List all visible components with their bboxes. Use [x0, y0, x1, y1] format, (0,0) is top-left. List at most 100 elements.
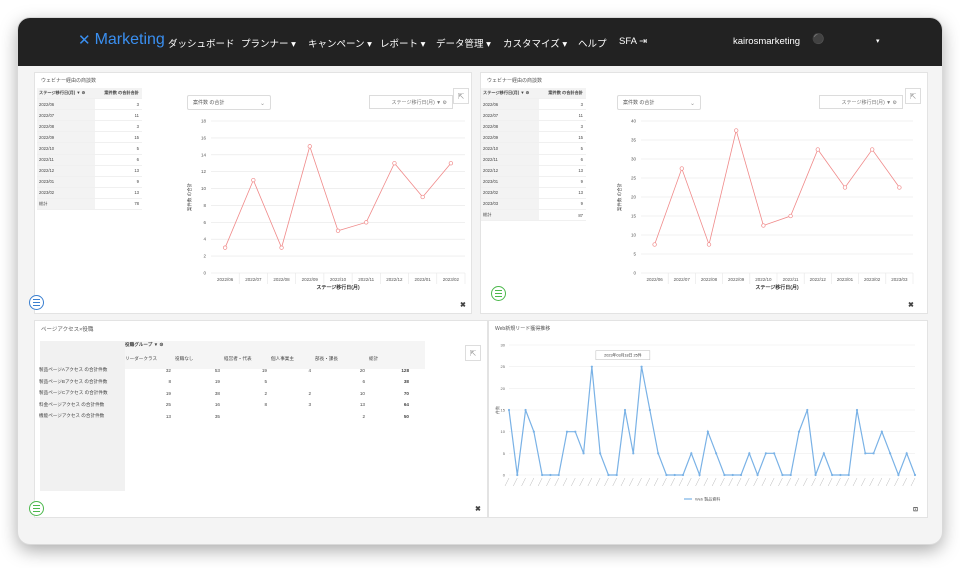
close-icon[interactable]: ✖: [908, 301, 914, 309]
close-icon[interactable]: ✖: [475, 505, 481, 513]
data-point: [679, 166, 684, 171]
row-label: 2022/12: [37, 165, 95, 176]
data-point: [648, 408, 651, 412]
x-tick-mark: [869, 477, 874, 487]
row-value: 案件数 の合計合計: [548, 90, 583, 96]
row-value: 9: [580, 179, 583, 185]
row-label: 2022/09: [37, 132, 95, 143]
table-row: 2022/12 13: [37, 165, 142, 177]
cell-value: 53: [214, 367, 220, 373]
x-tick-mark: [794, 477, 800, 487]
data-point: [788, 213, 793, 219]
date-filter[interactable]: ステージ移行日(月) ▼ ⚙: [819, 95, 903, 109]
x-tick-label: 2022/07: [674, 277, 691, 282]
data-point: [814, 473, 817, 477]
column-header: リーダークラス: [125, 355, 158, 361]
row-label: 2023/01: [37, 176, 95, 187]
nav-customize[interactable]: カスタマイズ ▾: [503, 36, 567, 50]
cell-value: 3: [308, 402, 311, 408]
pivot-header-row: リーダークラス 役職なし 経営者・代表 個人事業主 部長・課長 総計: [37, 353, 411, 365]
measure-dropdown[interactable]: 案件数 の合計 ⌄: [617, 95, 701, 110]
nav-campaign[interactable]: キャンペーン ▾: [308, 36, 372, 50]
nav-planner[interactable]: プランナー ▾: [241, 36, 296, 50]
menu-icon[interactable]: [491, 286, 506, 301]
data-point: [279, 245, 284, 250]
data-point: [905, 452, 908, 455]
x-tick-label: 2023/03: [891, 277, 908, 282]
chart-toggle-icon[interactable]: ⇱: [453, 88, 469, 104]
expand-icon[interactable]: ⊡: [913, 506, 918, 513]
x-axis-label: ステージ移行日(月): [316, 284, 360, 291]
y-axis-label: 件数: [494, 406, 500, 414]
close-icon[interactable]: ✖: [460, 301, 466, 309]
data-point: [574, 430, 577, 433]
y-tick-label: 8: [203, 203, 206, 208]
cell-value: 16: [214, 402, 220, 408]
cell-value: 2: [264, 390, 267, 396]
y-tick-label: 30: [501, 343, 506, 348]
chart-toggle-icon[interactable]: ⇱: [905, 88, 921, 104]
row-label: 2022/12: [481, 165, 539, 176]
data-point: [307, 144, 312, 149]
table-row: 2022/06 3: [481, 99, 586, 111]
row-label: 2022/08: [481, 121, 539, 132]
nav-sfa[interactable]: SFA ⇥: [619, 36, 647, 47]
y-tick-label: 35: [631, 138, 637, 143]
pivot-row: 製品ページAアクセス の合計件数 32 53 19 4 20 128: [37, 365, 411, 377]
logo[interactable]: ✕ Marketing: [78, 31, 165, 49]
app-window: ✕ Marketing ダッシュボード プランナー ▾ キャンペーン ▾ レポー…: [18, 18, 942, 544]
person-icon[interactable]: ⚫: [812, 34, 824, 45]
row-value: 3: [136, 101, 139, 107]
data-point: [822, 452, 825, 455]
table-row: 2022/12 13: [481, 165, 586, 177]
data-point: [516, 473, 519, 477]
row-value: 13: [134, 190, 139, 196]
nav-dashboard[interactable]: ダッシュボード: [168, 36, 235, 50]
row-label: 料金ページアクセス の合計件数: [39, 401, 105, 407]
menu-icon[interactable]: [29, 501, 44, 516]
data-point: [524, 408, 527, 412]
panel-webinar-deals-2: ウェビナー経由の商談数 ステージ移行日(月) ▼ ⚙ 案件数 の合計合計 2022/…: [480, 72, 928, 314]
x-tick-mark: [720, 477, 725, 487]
menu-icon[interactable]: [29, 295, 44, 310]
filter-label: ステージ移行日(月) ▼ ⚙: [391, 99, 447, 106]
data-point: [815, 147, 820, 152]
caret-down-icon[interactable]: ▾: [876, 37, 880, 45]
row-label: 2022/06: [37, 99, 95, 110]
x-tick-mark: [836, 477, 841, 487]
row-value: 6: [580, 157, 583, 163]
nav-help[interactable]: ヘルプ: [578, 36, 607, 50]
cell-value: 8: [264, 402, 267, 408]
user-name[interactable]: kairosmarketing: [733, 36, 800, 47]
measure-dropdown[interactable]: 案件数 の合計 ⌄: [187, 95, 271, 110]
cell-value: 32: [165, 367, 171, 373]
x-tick-mark: [521, 477, 526, 487]
data-point: [448, 161, 454, 166]
x-tick-mark: [653, 477, 659, 487]
x-tick-mark: [902, 477, 907, 487]
row-label: 総計: [481, 210, 539, 221]
row-label: 製品ページCアクセス の合計件数: [39, 390, 108, 396]
line-chart: 0 5 10 15 20 25 30 35 40 2022/06 2022/07 2022/08 202…: [616, 119, 914, 291]
cell-value: 38: [403, 379, 409, 385]
cell-value: 128: [401, 367, 409, 373]
nav-report[interactable]: レポート ▾: [380, 36, 425, 50]
data-point: [251, 177, 256, 183]
x-tick-mark: [852, 477, 858, 487]
row-label: 2022/06: [481, 99, 539, 110]
row-value: 13: [578, 190, 583, 196]
date-filter[interactable]: ステージ移行日(月) ▼ ⚙: [369, 95, 453, 109]
cell-value: 19: [261, 367, 267, 373]
table-row: 2023/01 9: [37, 176, 142, 188]
data-point: [420, 194, 425, 200]
nav-data-management[interactable]: データ管理 ▾: [436, 36, 491, 50]
row-label: 2023/03: [481, 198, 539, 210]
data-point: [698, 473, 701, 477]
data-point: [847, 473, 850, 477]
chart-toggle-icon[interactable]: ⇱: [465, 345, 481, 361]
column-header: 個人事業主: [271, 355, 294, 361]
y-axis-label: 案件数 の合計: [616, 182, 623, 211]
x-tick-label: 2022/12: [386, 277, 403, 282]
y-tick-label: 2: [203, 254, 206, 259]
data-point: [880, 430, 883, 433]
